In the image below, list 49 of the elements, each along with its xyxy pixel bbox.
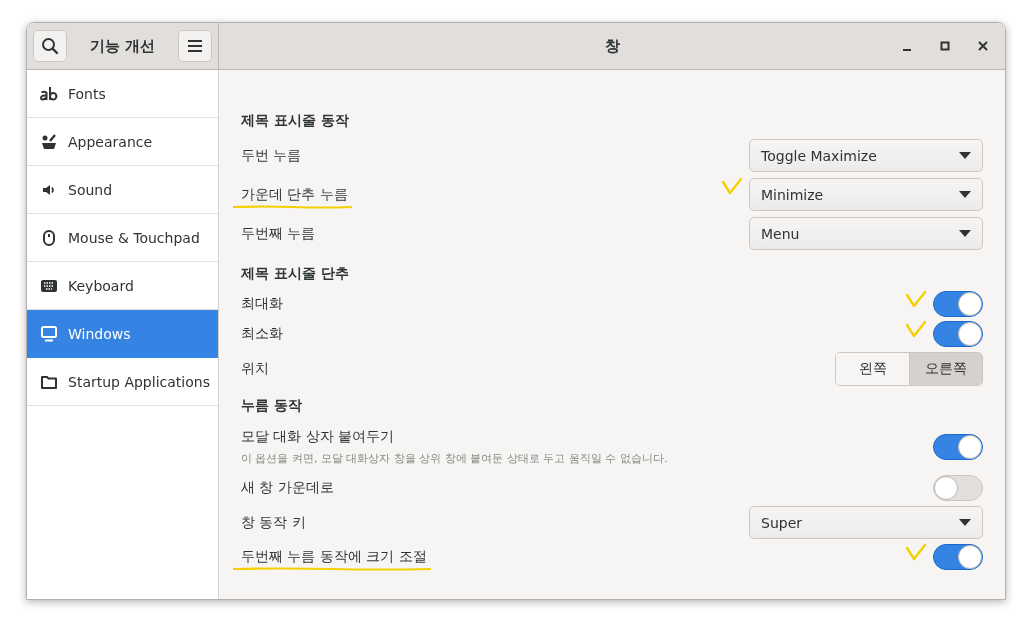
caret-icon: [959, 519, 971, 526]
window-title: 창: [604, 36, 620, 56]
sidebar-title: 기능 개선: [89, 36, 156, 56]
setting-label: 위치: [241, 360, 269, 376]
setting-label: 두번 누름: [241, 146, 302, 163]
text-icon: [40, 86, 58, 101]
toggle-switch[interactable]: [933, 475, 983, 501]
menu-icon: [187, 39, 203, 53]
search-button[interactable]: [33, 30, 67, 62]
sidebar-item[interactable]: Sound: [27, 166, 218, 214]
sidebar-item[interactable]: Windows: [27, 310, 218, 358]
search-icon: [41, 37, 59, 55]
setting-label: 가운데 단추 누름: [241, 185, 348, 202]
caret-icon: [959, 230, 971, 237]
sidebar-item[interactable]: Appearance: [27, 118, 218, 166]
speaker-icon: [42, 182, 56, 197]
setting-label: 새 창 가운데로: [241, 479, 334, 495]
section-heading: 제목 표시줄 단추: [241, 265, 350, 283]
dropdown[interactable]: Menu: [749, 217, 983, 250]
toggle-switch[interactable]: [933, 544, 983, 570]
setting-description: 이 옵션을 켜면, 모달 대화상자 창을 상위 창에 붙여둔 상태로 두고 움직일 수 없습니다.: [241, 451, 668, 466]
setting-label: 최대화: [241, 295, 283, 311]
sidebar-item[interactable]: Mouse & Touchpad: [27, 214, 218, 262]
sidebar-item[interactable]: Fonts: [27, 70, 218, 118]
toggle-switch[interactable]: [933, 291, 983, 317]
section-heading: 누름 동작: [241, 397, 303, 415]
setting-label: 최소화: [241, 325, 283, 341]
caret-icon: [959, 191, 971, 198]
mouse-icon: [43, 229, 55, 246]
setting-label: 두번째 누름 동작에 크기 조절: [241, 548, 427, 564]
tools-icon: [41, 133, 57, 150]
setting-label: 두번째 누름: [241, 224, 316, 241]
folder-icon: [41, 374, 57, 389]
setting-label: 창 동작 키: [241, 513, 306, 530]
sidebar-item[interactable]: Startup Applications: [27, 358, 218, 406]
section-heading: 제목 표시줄 동작: [241, 112, 350, 130]
dropdown[interactable]: Toggle Maximize: [749, 139, 983, 172]
dropdown[interactable]: Minimize: [749, 178, 983, 211]
toggle-switch[interactable]: [933, 434, 983, 460]
caret-icon: [959, 152, 971, 159]
monitor-icon: [41, 325, 57, 342]
toggle-switch[interactable]: [933, 321, 983, 347]
setting-label: 모달 대화 상자 붙여두기: [241, 428, 395, 444]
dropdown[interactable]: Super: [749, 506, 983, 539]
menu-button[interactable]: [178, 30, 212, 62]
keyboard-icon: [41, 279, 57, 292]
maximize-icon[interactable]: [939, 40, 951, 52]
close-icon[interactable]: [977, 40, 989, 52]
segment-button[interactable]: 오른쪽: [909, 353, 982, 385]
